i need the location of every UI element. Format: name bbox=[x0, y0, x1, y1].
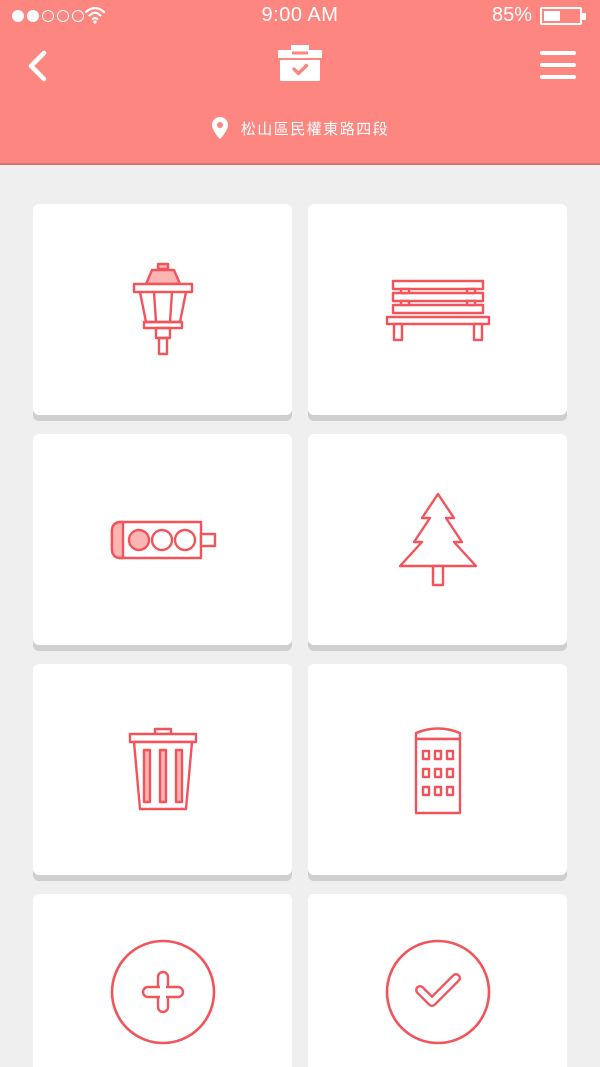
menu-button[interactable] bbox=[538, 48, 578, 82]
street-lamp-icon bbox=[132, 262, 193, 355]
plus-circle-icon bbox=[110, 939, 215, 1045]
traffic-light-icon bbox=[110, 520, 216, 559]
tile-park-bench[interactable] bbox=[308, 204, 567, 415]
tile-add[interactable] bbox=[33, 894, 292, 1067]
battery-icon bbox=[540, 7, 586, 25]
location-label[interactable]: 松山區民權東路四段 bbox=[0, 114, 600, 142]
park-bench-icon bbox=[385, 279, 490, 341]
status-bar: 9:00 AM 85% bbox=[0, 0, 600, 32]
tile-trash-can[interactable] bbox=[33, 664, 292, 875]
pine-tree-icon bbox=[398, 492, 477, 586]
building-icon bbox=[414, 726, 461, 814]
app-header: 9:00 AM 85% 松山區民權東路四段 bbox=[0, 0, 600, 165]
tile-street-lamp[interactable] bbox=[33, 204, 292, 415]
tile-building[interactable] bbox=[308, 664, 567, 875]
tile-confirm[interactable] bbox=[308, 894, 567, 1067]
ballot-box-check-icon bbox=[278, 45, 322, 81]
trash-can-icon bbox=[128, 727, 197, 810]
tile-pine-tree[interactable] bbox=[308, 434, 567, 645]
back-button[interactable] bbox=[22, 44, 56, 88]
battery-percentage: 85% bbox=[491, 4, 532, 26]
location-text: 松山區民權東路四段 bbox=[240, 120, 390, 138]
check-circle-icon bbox=[385, 939, 490, 1045]
tile-traffic-light[interactable] bbox=[33, 434, 292, 645]
map-pin-icon bbox=[211, 117, 228, 139]
